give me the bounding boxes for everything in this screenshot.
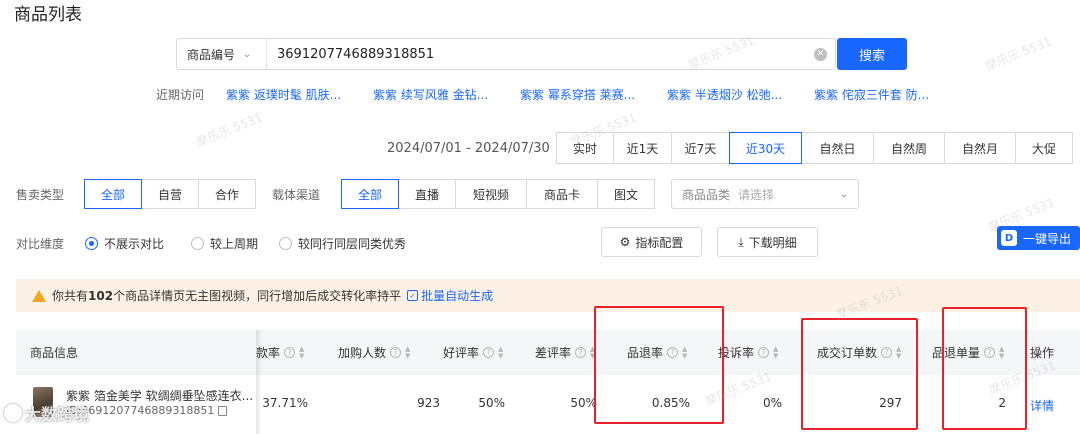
metric-config-button[interactable]: ⚙ 指标配置 xyxy=(601,227,702,257)
column-header[interactable]: 款率? ▲ ▼ xyxy=(256,330,304,375)
cell-good-rate: 50% xyxy=(478,396,505,410)
detail-link[interactable]: 详情 xyxy=(1030,397,1054,414)
category-select[interactable]: 商品品类 请选择 ⌄ xyxy=(671,179,859,209)
date-tab-30days[interactable]: 近30天 xyxy=(729,132,802,164)
cell-rate: 37.71% xyxy=(262,396,308,410)
annotation-box-return-orders xyxy=(942,307,1027,430)
recent-item[interactable]: 紫紫 侘寂三件套 防... xyxy=(814,86,929,103)
annotation-box-return-rate xyxy=(594,306,724,424)
radio-icon xyxy=(279,237,292,250)
radio-icon xyxy=(191,237,204,250)
brand-logo-icon xyxy=(4,404,22,422)
column-header[interactable]: 好评率? ▲ ▼ xyxy=(443,330,503,375)
brand-watermark: 大数跨境 xyxy=(4,401,89,425)
search-field-label: 商品编号 xyxy=(187,47,236,62)
channel-live[interactable]: 直播 xyxy=(398,179,456,209)
date-tab-natural-week[interactable]: 自然周 xyxy=(873,132,945,164)
export-icon: D xyxy=(1001,230,1017,246)
download-icon: ⤓ xyxy=(738,234,744,249)
column-header[interactable]: 加购人数? ▲ ▼ xyxy=(338,330,410,375)
warning-icon xyxy=(32,289,46,302)
compare-option-label: 不展示对比 xyxy=(104,237,165,251)
date-tab-natural-day[interactable]: 自然日 xyxy=(801,132,874,164)
help-icon: ? xyxy=(483,347,495,358)
help-icon: ? xyxy=(758,347,770,358)
help-icon: ? xyxy=(575,347,587,358)
date-tab-1day[interactable]: 近1天 xyxy=(613,132,672,164)
sale-type-label: 售卖类型 xyxy=(16,188,65,202)
recent-item[interactable]: 紫紫 返璞时髦 肌肤... xyxy=(226,86,341,103)
sort-icon: ▲ ▼ xyxy=(299,344,305,360)
channel-label: 载体渠道 xyxy=(272,188,321,202)
date-tab-promotion[interactable]: 大促 xyxy=(1015,132,1073,164)
channel-product-card[interactable]: 商品卡 xyxy=(526,179,598,209)
category-placeholder: 请选择 xyxy=(738,187,775,202)
sale-type-all[interactable]: 全部 xyxy=(84,179,142,209)
sale-type-self[interactable]: 自营 xyxy=(141,179,199,209)
date-tab-natural-month[interactable]: 自然月 xyxy=(944,132,1016,164)
watermark: 摩乐乐 5531 xyxy=(983,34,1054,74)
page-title: 商品列表 xyxy=(14,5,82,25)
help-icon: ? xyxy=(284,347,296,358)
category-label: 商品品类 xyxy=(682,187,731,202)
help-icon: ? xyxy=(390,347,402,358)
channel-short-video[interactable]: 短视频 xyxy=(455,179,527,209)
compare-option-label: 较同行同层同类优秀 xyxy=(298,237,407,251)
watermark: 摩乐乐 5531 xyxy=(194,110,265,150)
chevron-down-icon: ⌄ xyxy=(839,188,848,200)
settings-icon: ⚙ xyxy=(619,235,631,249)
sale-type-tabs: 全部 自营 合作 xyxy=(84,179,256,209)
compare-option-prev-period[interactable]: 较上周期 xyxy=(191,235,258,252)
annotation-box-orders xyxy=(801,318,918,430)
notice-bar: 你共有102个商品详情页无主图视频，同行增加后成交转化率持平 ✓ 批量自动生成 xyxy=(16,279,1080,312)
date-tab-7days[interactable]: 近7天 xyxy=(671,132,730,164)
compare-option-none[interactable]: 不展示对比 xyxy=(85,235,164,252)
sale-type-partner[interactable]: 合作 xyxy=(198,179,256,209)
channel-all[interactable]: 全部 xyxy=(341,179,399,209)
notice-text: 你共有102个商品详情页无主图视频，同行增加后成交转化率持平 xyxy=(52,289,402,303)
recent-label: 近期访问 xyxy=(156,88,205,102)
sort-icon: ▲ ▼ xyxy=(773,344,779,360)
sort-icon: ▲ ▼ xyxy=(498,344,504,360)
cell-complaint-rate: 0% xyxy=(762,396,782,410)
channel-tabs: 全部 直播 短视频 商品卡 图文 xyxy=(341,179,655,209)
download-detail-button[interactable]: ⤓ 下载明细 xyxy=(717,227,818,257)
column-header[interactable]: 差评率? ▲ ▼ xyxy=(535,330,595,375)
recent-item[interactable]: 紫紫 幂系穿搭 莱赛... xyxy=(520,86,635,103)
sort-icon: ▲ ▼ xyxy=(405,344,411,360)
chevron-down-icon: ⌄ xyxy=(243,48,252,60)
batch-generate-label: 批量自动生成 xyxy=(421,289,494,303)
radio-checked-icon xyxy=(85,237,98,250)
date-range[interactable]: 2024/07/01 - 2024/07/30 xyxy=(387,141,550,156)
product-id: ID:3691207746889318851 xyxy=(66,404,228,417)
compare-label: 对比维度 xyxy=(16,237,65,251)
export-button[interactable]: D 一键导出 xyxy=(997,226,1080,250)
recent-item[interactable]: 紫紫 半透烟沙 松弛... xyxy=(667,86,782,103)
search-field-select[interactable]: 商品编号 ⌄ xyxy=(177,39,267,69)
compare-option-label: 较上周期 xyxy=(210,237,259,251)
metric-config-label: 指标配置 xyxy=(635,235,684,250)
channel-image-text[interactable]: 图文 xyxy=(597,179,655,209)
clear-icon[interactable]: ✕ xyxy=(814,47,827,61)
date-range-tabs: 实时 近1天 近7天 近30天 自然日 自然周 自然月 大促 xyxy=(556,132,1073,164)
product-name[interactable]: 紫紫 箔金美学 软绸绸垂坠感连衣... xyxy=(66,387,253,404)
column-header: 商品信息 xyxy=(30,346,79,360)
recent-item[interactable]: 紫紫 续写风雅 金钻... xyxy=(373,86,488,103)
compare-option-peers[interactable]: 较同行同层同类优秀 xyxy=(279,235,406,252)
export-label: 一键导出 xyxy=(1023,231,1072,246)
auto-generate-icon: ✓ xyxy=(407,290,419,301)
fixed-column-shadow xyxy=(256,330,262,434)
download-label: 下载明细 xyxy=(748,235,797,250)
search-button[interactable]: 搜索 xyxy=(837,38,907,70)
column-header[interactable]: 投诉率? ▲ ▼ xyxy=(718,330,778,375)
cell-bad-rate: 50% xyxy=(570,396,597,410)
copy-icon[interactable] xyxy=(218,405,228,416)
batch-generate-link[interactable]: ✓ 批量自动生成 xyxy=(407,287,493,304)
cell-cart-users: 923 xyxy=(417,396,440,410)
